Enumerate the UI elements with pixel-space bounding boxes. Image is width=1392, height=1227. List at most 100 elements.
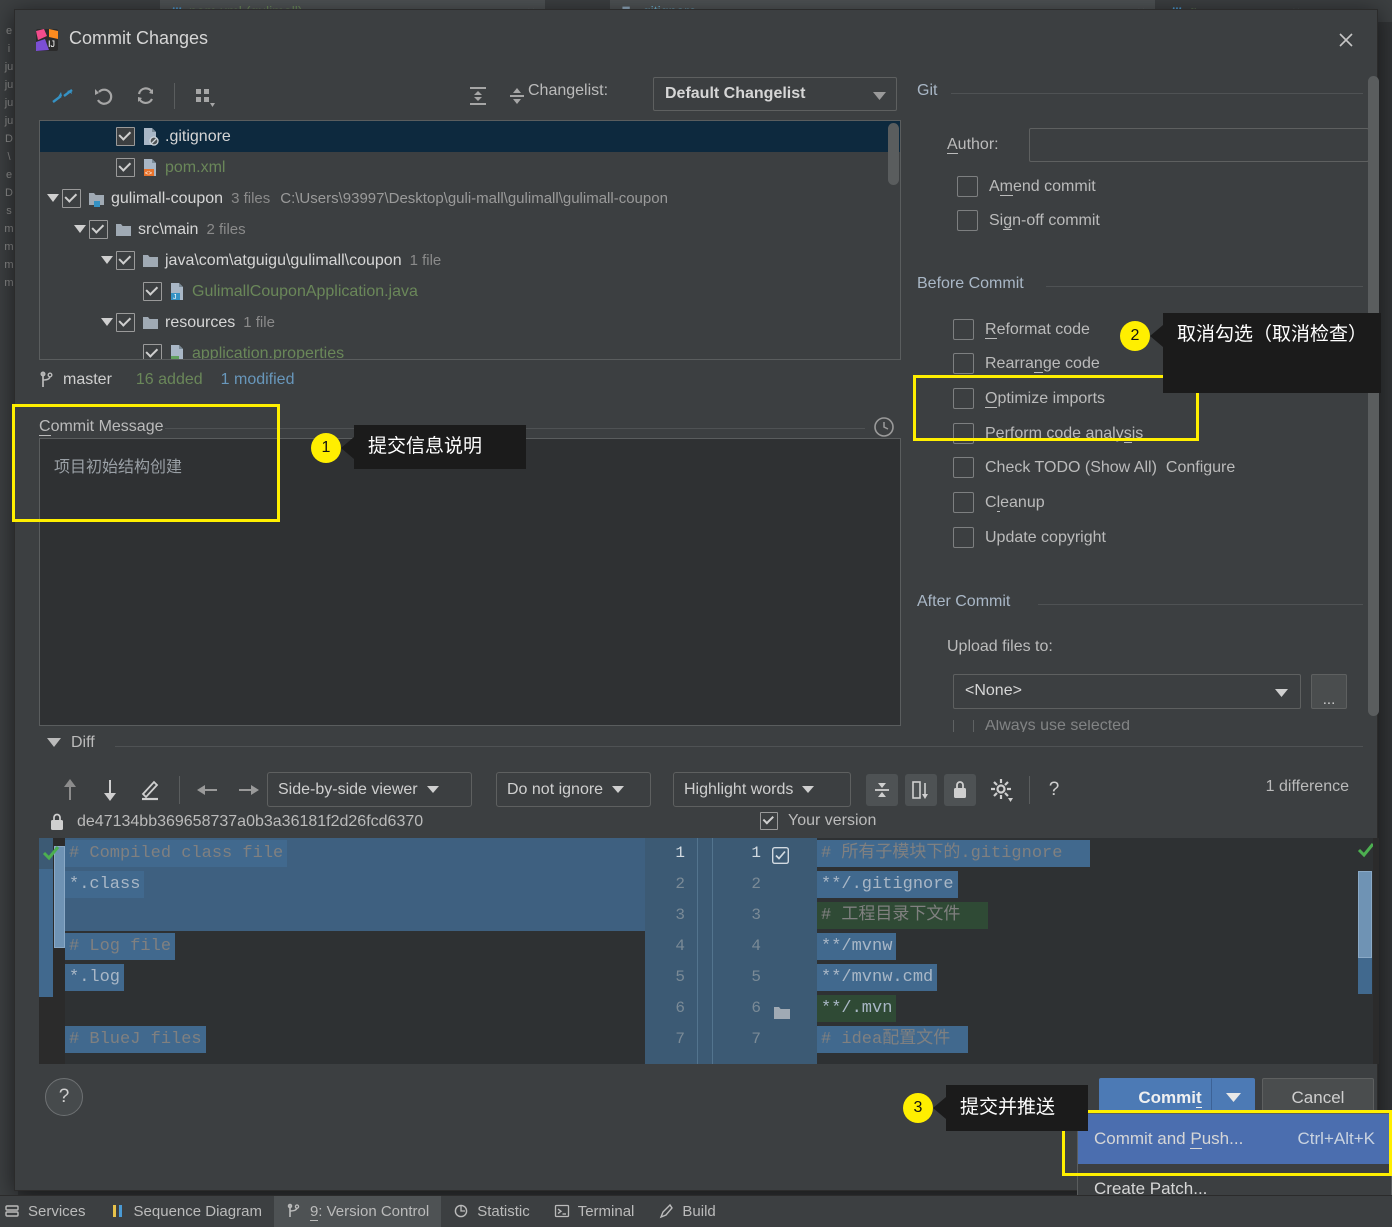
- expand-twisty-icon[interactable]: [98, 318, 116, 327]
- checkbox-box: [953, 353, 974, 374]
- synchronize-scroll-icon[interactable]: [905, 774, 937, 806]
- menu-item-commit-and-push[interactable]: Commit and Push... Ctrl+Alt+K: [1078, 1114, 1391, 1164]
- status-item-build[interactable]: Build: [646, 1196, 727, 1227]
- line-number: 3: [751, 906, 761, 924]
- help-button[interactable]: ?: [45, 1078, 83, 1116]
- changed-files-tree[interactable]: .gitignore <> pom.xml gulimall-coupon 3 file…: [39, 120, 901, 360]
- diff-help-label: ?: [1048, 779, 1060, 800]
- tree-row-resources[interactable]: resources 1 file: [40, 307, 900, 338]
- status-item-version-control[interactable]: 9: Version Control: [273, 1195, 442, 1227]
- status-item-services[interactable]: Services: [0, 1196, 98, 1227]
- diff-line: # 工程目录下文件: [817, 900, 1373, 931]
- row-checkbox[interactable]: [116, 251, 135, 270]
- tree-row-gulimall-coupon[interactable]: gulimall-coupon 3 files C:\Users\93997\Des…: [40, 183, 900, 214]
- commit-dropdown-button[interactable]: [1211, 1078, 1255, 1118]
- right-revision-row[interactable]: Your version: [760, 812, 876, 830]
- refresh-icon[interactable]: [130, 80, 162, 112]
- row-checkbox[interactable]: [143, 282, 162, 301]
- check-todo-checkbox[interactable]: Check TODO (Show All) Configure: [953, 457, 1235, 478]
- group-by-icon[interactable]: [189, 80, 221, 112]
- revert-icon[interactable]: [89, 80, 121, 112]
- tree-row-src-main[interactable]: src\main 2 files: [40, 214, 900, 245]
- accept-right-icon[interactable]: [231, 773, 265, 807]
- expand-twisty-icon[interactable]: [71, 225, 89, 234]
- row-checkbox[interactable]: [143, 344, 162, 359]
- optimize-imports-checkbox[interactable]: Optimize imports: [953, 388, 1105, 409]
- right-overview-scrollbar[interactable]: [1355, 838, 1373, 1064]
- diff-line: [65, 993, 645, 1024]
- cleanup-checkbox[interactable]: Cleanup: [953, 492, 1045, 513]
- browse-upload-target-button[interactable]: ...: [1311, 674, 1347, 709]
- author-field[interactable]: [1029, 128, 1369, 162]
- options-scrollbar[interactable]: [1368, 76, 1379, 716]
- diff-section-header[interactable]: Diff: [47, 734, 95, 752]
- diff-line: **/mvnw: [817, 931, 1373, 962]
- next-difference-icon[interactable]: [93, 773, 127, 807]
- viewer-mode-dropdown[interactable]: Side-by-side viewer: [267, 772, 472, 807]
- changelist-dropdown[interactable]: Default Changelist: [653, 77, 897, 111]
- highlight-mode-dropdown[interactable]: Highlight words: [673, 772, 851, 807]
- upload-target-dropdown[interactable]: <None>: [953, 674, 1301, 709]
- clock-icon[interactable]: [871, 414, 897, 440]
- status-item-statistic[interactable]: Statistic: [441, 1196, 542, 1227]
- left-diff-text[interactable]: # Compiled class file *.class # Log file *…: [65, 838, 645, 1064]
- tree-row--gitignore[interactable]: .gitignore: [40, 121, 900, 152]
- status-item-label: Build: [682, 1202, 716, 1220]
- diff-line: **/.gitignore: [817, 869, 1373, 900]
- sign-off-commit-checkbox[interactable]: Sign-off commit: [957, 210, 1100, 231]
- tree-row-application-properties[interactable]: application.properties: [40, 338, 900, 359]
- status-item-label: Statistic: [477, 1202, 530, 1220]
- diff-line: *.class: [65, 869, 645, 900]
- row-checkbox[interactable]: [116, 158, 135, 177]
- row-checkbox[interactable]: [89, 220, 108, 239]
- previous-difference-icon[interactable]: [53, 773, 87, 807]
- expand-all-icon[interactable]: [462, 80, 494, 112]
- checkbox-box: [953, 457, 974, 478]
- cancel-button[interactable]: Cancel: [1262, 1078, 1374, 1118]
- line-number: 4: [675, 937, 685, 955]
- rearrange-code-label: Rearrange code: [985, 354, 1100, 373]
- configure-todo-link[interactable]: Configure: [1166, 459, 1235, 477]
- reformat-code-checkbox[interactable]: Reformat code: [953, 319, 1090, 340]
- expand-twisty-icon[interactable]: [98, 256, 116, 265]
- your-version-checkbox[interactable]: [760, 812, 778, 830]
- rearrange-code-checkbox[interactable]: Rearrange code: [953, 353, 1100, 374]
- row-checkbox[interactable]: [116, 313, 135, 332]
- accept-left-icon[interactable]: [191, 773, 225, 807]
- tree-scrollbar[interactable]: [888, 123, 899, 185]
- amend-commit-label: Amend commit: [989, 177, 1096, 196]
- row-checkbox[interactable]: [116, 127, 135, 146]
- close-icon[interactable]: [1333, 27, 1359, 53]
- status-item-sequence-diagram[interactable]: Sequence Diagram: [98, 1196, 274, 1227]
- status-item-terminal[interactable]: Terminal: [542, 1196, 647, 1227]
- amend-commit-checkbox[interactable]: Amend commit: [957, 176, 1096, 197]
- changelist-value: Default Changelist: [665, 85, 806, 102]
- checkbox-box: [953, 388, 974, 409]
- tree-row-java-com-atguigu-gulimall-coupon[interactable]: java\com\atguigu\gulimall\coupon 1 file: [40, 245, 900, 276]
- diff-settings-gear-icon[interactable]: [985, 773, 1019, 807]
- expand-twisty-icon[interactable]: [44, 194, 62, 203]
- left-line-numbers: 1 2 3 4 5 6 7: [645, 838, 697, 1064]
- difference-count: 1 difference: [1265, 778, 1349, 795]
- right-diff-text[interactable]: # 所有子模块下的.gitignore **/.gitignore # 工程目录下文…: [817, 838, 1373, 1064]
- diff-line: # BlueJ files: [65, 1024, 645, 1055]
- collapse-unchanged-icon[interactable]: [866, 774, 898, 806]
- commit-message-input[interactable]: 项目初始结构创建: [39, 438, 901, 726]
- optimize-imports-label: Optimize imports: [985, 389, 1106, 408]
- intellij-idea-icon: IJ: [36, 29, 58, 51]
- partial-option-row[interactable]: Always use selected: [953, 720, 1130, 732]
- show-diff-icon[interactable]: [47, 80, 79, 112]
- left-accept-marker[interactable]: [39, 838, 61, 869]
- ignore-mode-dropdown[interactable]: Do not ignore: [496, 772, 651, 807]
- edit-source-icon[interactable]: [133, 773, 167, 807]
- row-checkbox[interactable]: [62, 189, 81, 208]
- update-copyright-checkbox[interactable]: Update copyright: [953, 527, 1106, 548]
- tree-row-gulimallcouponapplication-java[interactable]: J GulimallCouponApplication.java: [40, 276, 900, 307]
- left-overview-scrollbar[interactable]: [53, 838, 65, 1064]
- tree-row-pom-xml[interactable]: <> pom.xml: [40, 152, 900, 183]
- sign-off-commit-label: Sign-off commit: [989, 211, 1100, 230]
- diff-help-icon[interactable]: ?: [1039, 773, 1069, 807]
- lock-icon[interactable]: [944, 774, 976, 806]
- after-commit-divider: [1038, 604, 1363, 605]
- perform-code-analysis-checkbox[interactable]: Perform code analysis: [953, 423, 1143, 444]
